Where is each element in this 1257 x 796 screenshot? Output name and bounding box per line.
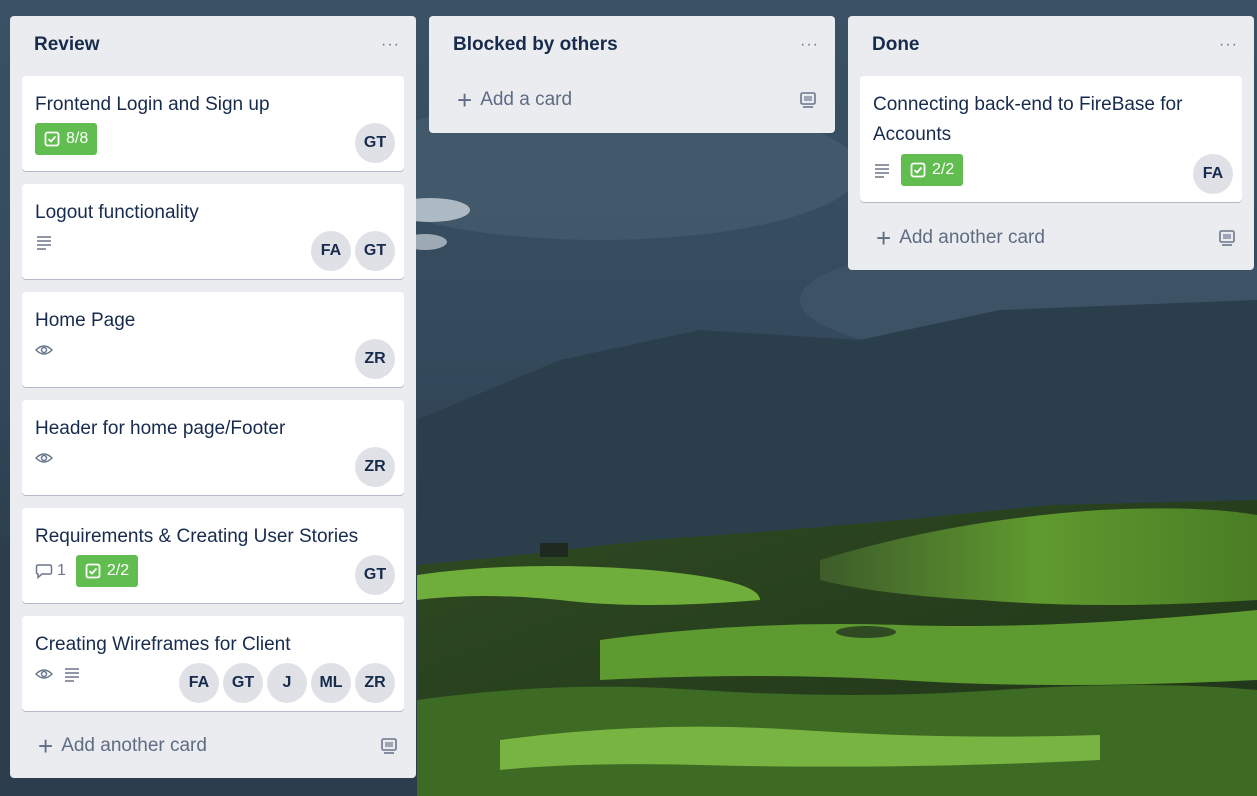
checkbox-icon bbox=[910, 162, 926, 178]
avatar[interactable]: ZR bbox=[355, 663, 395, 703]
card-badges bbox=[35, 665, 81, 683]
avatar[interactable]: ZR bbox=[355, 339, 395, 379]
avatar[interactable]: J bbox=[267, 663, 307, 703]
eye-icon bbox=[35, 449, 53, 467]
avatar[interactable]: FA bbox=[179, 663, 219, 703]
eye-icon bbox=[35, 341, 53, 359]
card-members: GT bbox=[355, 123, 395, 163]
description-icon bbox=[873, 161, 891, 179]
card[interactable]: Creating Wireframes for Client FA GT J M… bbox=[22, 616, 404, 711]
list-menu-button[interactable]: ··· bbox=[1219, 36, 1238, 54]
card-title: Connecting back-end to FireBase for Acco… bbox=[873, 94, 1183, 145]
card-template-icon[interactable] bbox=[380, 737, 398, 755]
card[interactable]: Home Page ZR bbox=[22, 292, 404, 387]
add-card-button[interactable]: + Add another card bbox=[38, 728, 398, 764]
avatar[interactable]: ZR bbox=[355, 447, 395, 487]
list-title[interactable]: Done bbox=[872, 34, 1219, 56]
avatar[interactable]: FA bbox=[311, 231, 351, 271]
card-members: ZR bbox=[355, 447, 395, 487]
card[interactable]: Frontend Login and Sign up 8/8 GT bbox=[22, 76, 404, 171]
card[interactable]: Header for home page/Footer ZR bbox=[22, 400, 404, 495]
comment-icon: 1 bbox=[35, 562, 66, 580]
list-done: Done ··· Connecting back-end to FireBase… bbox=[848, 16, 1254, 270]
list-header[interactable]: Blocked by others ··· bbox=[429, 16, 835, 74]
add-card-label: Add another card bbox=[61, 735, 207, 756]
avatar[interactable]: GT bbox=[355, 231, 395, 271]
add-card-button[interactable]: + Add a card bbox=[457, 82, 817, 118]
avatar[interactable]: FA bbox=[1193, 154, 1233, 194]
card-badges: 8/8 bbox=[35, 123, 98, 155]
card[interactable]: Connecting back-end to FireBase for Acco… bbox=[860, 76, 1242, 202]
card-badges bbox=[35, 449, 53, 467]
card-title: Frontend Login and Sign up bbox=[35, 94, 270, 115]
card-title: Header for home page/Footer bbox=[35, 418, 286, 439]
checklist-count: 2/2 bbox=[932, 161, 955, 178]
add-card-button[interactable]: + Add another card bbox=[876, 220, 1236, 256]
list-menu-button[interactable]: ··· bbox=[381, 36, 400, 54]
card-members: FA bbox=[1193, 154, 1233, 194]
card-badges: 2/2 bbox=[873, 154, 964, 186]
checklist-badge: 8/8 bbox=[35, 123, 98, 155]
comment-count: 1 bbox=[57, 562, 66, 579]
card-title: Creating Wireframes for Client bbox=[35, 634, 291, 655]
card-badges bbox=[35, 341, 53, 359]
card[interactable]: Requirements & Creating User Stories 1 2… bbox=[22, 508, 404, 603]
list-header[interactable]: Done ··· bbox=[848, 16, 1254, 74]
card-badges bbox=[35, 233, 53, 251]
plus-icon: + bbox=[38, 731, 54, 761]
list-review: Review ··· Frontend Login and Sign up 8/… bbox=[10, 16, 416, 778]
card-template-icon[interactable] bbox=[1218, 229, 1236, 247]
list-header[interactable]: Review ··· bbox=[10, 16, 416, 74]
description-icon bbox=[35, 233, 53, 251]
card-members: FA GT J ML ZR bbox=[179, 663, 395, 703]
list-title[interactable]: Review bbox=[34, 34, 381, 56]
add-card-label: Add another card bbox=[899, 227, 1045, 248]
avatar[interactable]: ML bbox=[311, 663, 351, 703]
list-blocked-by-others: Blocked by others ··· + Add a card bbox=[429, 16, 835, 133]
card-template-icon[interactable] bbox=[799, 91, 817, 109]
avatar[interactable]: GT bbox=[223, 663, 263, 703]
checkbox-icon bbox=[44, 131, 60, 147]
checklist-count: 8/8 bbox=[66, 130, 89, 147]
list-menu-button[interactable]: ··· bbox=[800, 36, 819, 54]
card-members: GT bbox=[355, 555, 395, 595]
checklist-badge: 2/2 bbox=[75, 555, 139, 587]
plus-icon: + bbox=[876, 223, 892, 253]
card-members: FA GT bbox=[311, 231, 395, 271]
card-title: Requirements & Creating User Stories bbox=[35, 526, 359, 547]
card-title: Home Page bbox=[35, 310, 136, 331]
list-title[interactable]: Blocked by others bbox=[453, 34, 800, 56]
avatar[interactable]: GT bbox=[355, 123, 395, 163]
description-icon bbox=[63, 665, 81, 683]
card[interactable]: Logout functionality FA GT bbox=[22, 184, 404, 279]
checklist-badge: 2/2 bbox=[901, 154, 964, 186]
checkbox-icon bbox=[85, 563, 101, 579]
eye-icon bbox=[35, 665, 53, 683]
avatar[interactable]: GT bbox=[355, 555, 395, 595]
card-badges: 1 2/2 bbox=[35, 555, 139, 587]
add-card-label: Add a card bbox=[480, 89, 573, 110]
card-title: Logout functionality bbox=[35, 202, 199, 223]
card-members: ZR bbox=[355, 339, 395, 379]
checklist-count: 2/2 bbox=[106, 562, 130, 579]
plus-icon: + bbox=[457, 85, 473, 115]
